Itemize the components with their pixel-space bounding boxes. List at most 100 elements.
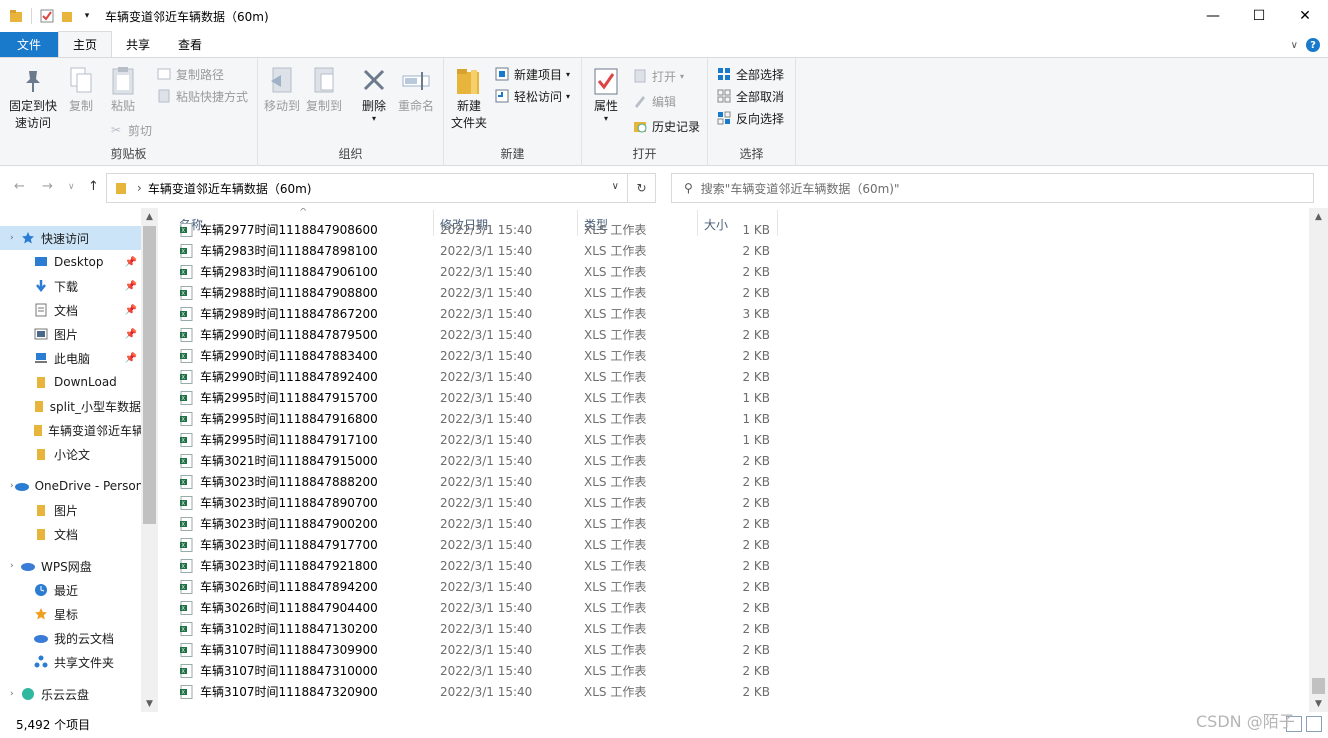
table-row[interactable]: X 车辆2995时间1118847916800 2022/3/1 15:40 XLS … xyxy=(166,408,778,429)
tab-home[interactable]: 主页 xyxy=(58,31,113,57)
table-row[interactable]: X 车辆2990时间1118847883400 2022/3/1 15:40 XLS … xyxy=(166,345,778,366)
chevron-right-icon[interactable]: › xyxy=(10,233,20,243)
scroll-up-icon[interactable]: ▲ xyxy=(141,208,158,225)
nav-downloads[interactable]: 下载 📌 xyxy=(0,274,141,298)
pin-quick-access-button[interactable]: 固定到快 速访问 xyxy=(8,64,58,132)
nav-starred[interactable]: 星标 xyxy=(0,602,141,626)
table-row[interactable]: X 车辆3107时间1118847309900 2022/3/1 15:40 XLS … xyxy=(166,639,778,660)
file-type: XLS 工作表 xyxy=(584,559,647,573)
table-row[interactable]: X 车辆3026时间1118847904400 2022/3/1 15:40 XLS … xyxy=(166,597,778,618)
breadcrumb-path[interactable]: 车辆变道邻近车辆数据（60m) xyxy=(148,180,312,197)
table-row[interactable]: X 车辆3023时间1118847900200 2022/3/1 15:40 XLS … xyxy=(166,513,778,534)
minimize-button[interactable]: — xyxy=(1190,0,1236,32)
open-button[interactable]: 打开 ▾ xyxy=(632,66,684,86)
nav-my-cloud-docs[interactable]: 我的云文档 xyxy=(0,626,141,650)
nav-leyun-drive[interactable]: › 乐云云盘 xyxy=(0,682,141,706)
search-box[interactable]: ⚲ 搜索"车辆变道邻近车辆数据（60m)" xyxy=(671,173,1314,203)
nav-wps-drive[interactable]: › WPS网盘 xyxy=(0,554,141,578)
table-row[interactable]: X 车辆3021时间1118847915000 2022/3/1 15:40 XLS … xyxy=(166,450,778,471)
properties-dropdown-icon[interactable]: ▾ xyxy=(604,115,608,123)
properties-icon[interactable] xyxy=(39,8,55,24)
tab-share[interactable]: 共享 xyxy=(112,32,164,57)
edit-button[interactable]: 编辑 xyxy=(632,91,676,111)
table-row[interactable]: X 车辆2990时间1118847879500 2022/3/1 15:40 XLS … xyxy=(166,324,778,345)
file-list-scrollbar[interactable]: ▲ ▼ xyxy=(1309,208,1328,712)
maximize-button[interactable]: ☐ xyxy=(1236,0,1282,32)
file-name: 车辆2989时间1118847867200 xyxy=(200,307,378,321)
select-all-button[interactable]: 全部选择 xyxy=(716,64,784,84)
tab-file[interactable]: 文件 xyxy=(0,32,58,57)
nav-folder-lane-change[interactable]: 车辆变道邻近车辆数据 xyxy=(0,418,141,442)
table-row[interactable]: X 车辆2995时间1118847917100 2022/3/1 15:40 XLS … xyxy=(166,429,778,450)
nav-onedrive-pictures[interactable]: 图片 xyxy=(0,498,141,522)
table-row[interactable]: X 车辆2989时间1118847867200 2022/3/1 15:40 XLS … xyxy=(166,303,778,324)
refresh-icon[interactable]: ↻ xyxy=(627,174,655,202)
copy-to-button[interactable]: 复制到 xyxy=(304,64,344,115)
cut-button[interactable]: ✂ 剪切 xyxy=(108,120,152,140)
nav-onedrive[interactable]: › OneDrive - Personal xyxy=(0,474,141,498)
nav-folder-paper[interactable]: 小论文 xyxy=(0,442,141,466)
paste-button[interactable]: 粘贴 xyxy=(104,64,142,115)
table-row[interactable]: X 车辆3023时间1118847917700 2022/3/1 15:40 XLS … xyxy=(166,534,778,555)
table-row[interactable]: X 车辆3023时间1118847890700 2022/3/1 15:40 XLS … xyxy=(166,492,778,513)
nav-this-pc[interactable]: 此电脑 📌 xyxy=(0,346,141,370)
up-arrow-icon[interactable]: ↑ xyxy=(88,179,99,194)
help-icon[interactable]: ? xyxy=(1306,38,1320,52)
move-to-button[interactable]: 移动到 xyxy=(262,64,302,115)
history-button[interactable]: 历史记录 xyxy=(632,116,700,136)
select-none-button[interactable]: 全部取消 xyxy=(716,86,784,106)
tab-view[interactable]: 查看 xyxy=(164,32,216,57)
chevron-right-icon[interactable]: › xyxy=(10,561,20,571)
back-arrow-icon[interactable]: ← xyxy=(14,179,25,194)
delete-dropdown-icon[interactable]: ▾ xyxy=(372,115,376,123)
paste-shortcut-button[interactable]: 粘贴快捷方式 xyxy=(156,86,248,106)
nav-documents[interactable]: 文档 📌 xyxy=(0,298,141,322)
nav-desktop[interactable]: Desktop 📌 xyxy=(0,250,141,274)
table-row[interactable]: X 车辆2995时间1118847915700 2022/3/1 15:40 XLS … xyxy=(166,387,778,408)
table-row[interactable]: X 车辆3023时间1118847921800 2022/3/1 15:40 XLS … xyxy=(166,555,778,576)
delete-button[interactable]: 删除 ▾ xyxy=(356,64,392,123)
ribbon-expand-icon[interactable]: ∨ xyxy=(1291,40,1298,51)
copy-button[interactable]: 复制 xyxy=(62,64,100,115)
invert-selection-button[interactable]: 反向选择 xyxy=(716,108,784,128)
address-dropdown-icon[interactable]: ∨ xyxy=(612,181,619,192)
forward-arrow-icon[interactable]: → xyxy=(42,179,53,194)
large-icons-view-icon[interactable] xyxy=(1306,716,1322,732)
table-row[interactable]: X 车辆2983时间1118847906100 2022/3/1 15:40 XLS … xyxy=(166,261,778,282)
recent-locations-icon[interactable]: ∨ xyxy=(68,182,75,192)
nav-scrollbar-thumb[interactable] xyxy=(143,226,156,524)
nav-pictures[interactable]: 图片 📌 xyxy=(0,322,141,346)
new-folder-icon[interactable] xyxy=(59,8,75,24)
table-row[interactable]: X 车辆2990时间1118847892400 2022/3/1 15:40 XLS … xyxy=(166,366,778,387)
new-folder-button[interactable]: 新建 文件夹 xyxy=(448,64,490,132)
table-row[interactable]: X 车辆3026时间1118847894200 2022/3/1 15:40 XLS … xyxy=(166,576,778,597)
scroll-down-icon[interactable]: ▼ xyxy=(141,695,158,712)
easy-access-button[interactable]: 轻松访问 ▾ xyxy=(494,86,570,106)
table-row[interactable]: X 车辆3102时间1118847130200 2022/3/1 15:40 XLS … xyxy=(166,618,778,639)
scroll-down-icon[interactable]: ▼ xyxy=(1309,695,1328,712)
properties-button[interactable]: 属性 ▾ xyxy=(588,64,624,123)
copy-path-button[interactable]: 复制路径 xyxy=(156,64,224,84)
file-list-scrollbar-thumb[interactable] xyxy=(1312,678,1325,694)
close-button[interactable]: ✕ xyxy=(1282,0,1328,32)
table-row[interactable]: X 车辆2977时间1118847908600 2022/3/1 15:40 XLS … xyxy=(166,219,778,240)
new-item-button[interactable]: 新建项目 ▾ xyxy=(494,64,570,84)
nav-recent[interactable]: 最近 xyxy=(0,578,141,602)
nav-shared-folder[interactable]: 共享文件夹 xyxy=(0,650,141,674)
scroll-up-icon[interactable]: ▲ xyxy=(1309,208,1328,225)
table-row[interactable]: X 车辆2983时间1118847898100 2022/3/1 15:40 XLS … xyxy=(166,240,778,261)
rename-button[interactable]: 重命名 xyxy=(394,64,438,115)
customize-dropdown-icon[interactable]: ▾ xyxy=(79,8,95,24)
address-bar[interactable]: › 车辆变道邻近车辆数据（60m) ∨ ↻ xyxy=(106,173,656,203)
nav-quick-access[interactable]: › 快速访问 xyxy=(0,226,141,250)
nav-folder-download[interactable]: DownLoad xyxy=(0,370,141,394)
nav-scrollbar[interactable]: ▲ ▼ xyxy=(141,208,158,712)
nav-onedrive-documents[interactable]: 文档 xyxy=(0,522,141,546)
chevron-right-icon[interactable]: › xyxy=(10,689,20,699)
table-row[interactable]: X 车辆3107时间1118847320900 2022/3/1 15:40 XLS … xyxy=(166,681,778,702)
nav-folder-split[interactable]: split_小型车数据 xyxy=(0,394,141,418)
table-row[interactable]: X 车辆2988时间1118847908800 2022/3/1 15:40 XLS … xyxy=(166,282,778,303)
table-row[interactable]: X 车辆3023时间1118847888200 2022/3/1 15:40 XLS … xyxy=(166,471,778,492)
excel-file-icon: X xyxy=(180,684,193,699)
table-row[interactable]: X 车辆3107时间1118847310000 2022/3/1 15:40 XLS … xyxy=(166,660,778,681)
